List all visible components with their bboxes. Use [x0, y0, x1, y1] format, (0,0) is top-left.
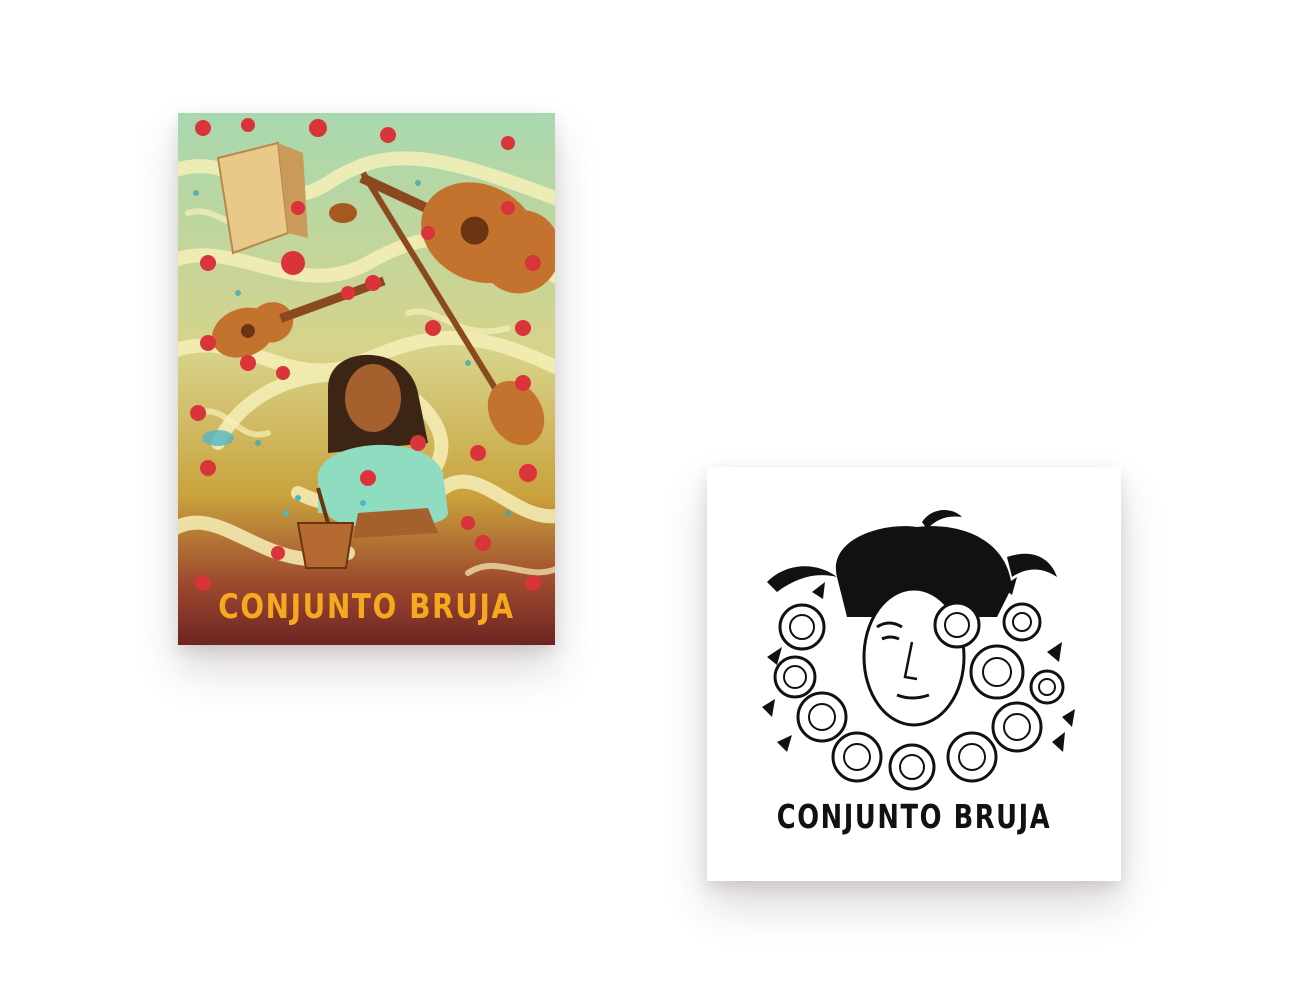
- poster-artwork: CONJUNTO BRUJA: [178, 113, 555, 645]
- logo-title: CONJUNTO BRUJA: [776, 797, 1052, 836]
- poster-title: CONJUNTO BRUJA: [218, 587, 515, 627]
- poster-illustration: [178, 113, 555, 645]
- logo-artwork: CONJUNTO BRUJA: [707, 467, 1121, 881]
- shaker-drawing: [329, 203, 357, 223]
